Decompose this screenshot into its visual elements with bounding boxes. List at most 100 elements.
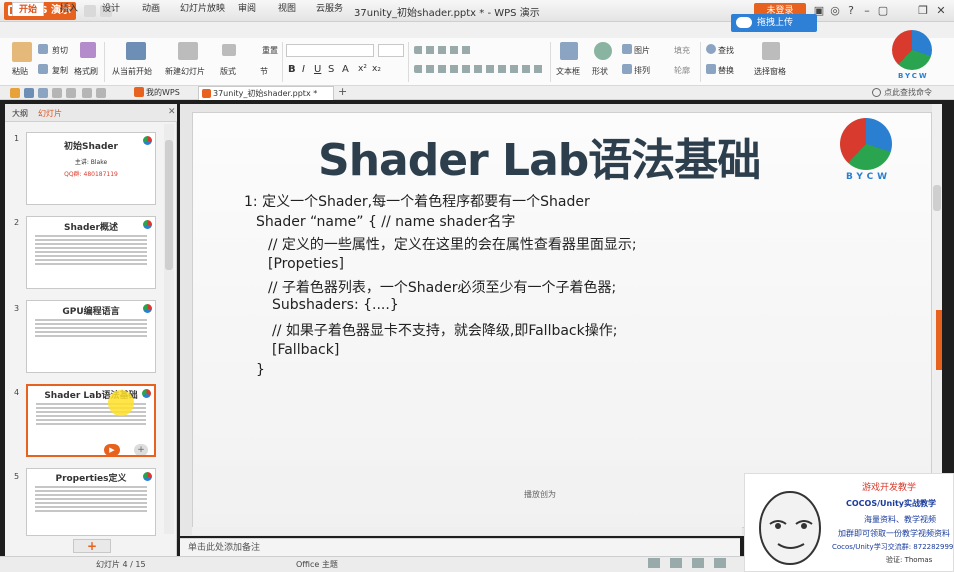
tab-slideshow[interactable]: 幻灯片放映 — [174, 2, 231, 16]
slide-thumbnail-3[interactable]: GPU编程语言 — [26, 300, 156, 373]
font-family-select[interactable] — [286, 44, 374, 57]
replace-button[interactable]: 替换 — [718, 65, 734, 76]
side-panel-toggle[interactable] — [936, 310, 942, 370]
tab-view[interactable]: 视图 — [272, 2, 302, 16]
arrange-button[interactable]: 排列 — [634, 65, 650, 76]
slideshow-icon[interactable] — [714, 558, 726, 568]
new-slide-icon[interactable] — [178, 42, 198, 60]
tab-cloud[interactable]: 云服务 — [310, 2, 349, 16]
subscript-button[interactable]: x₂ — [372, 64, 381, 74]
slide-text-line[interactable]: // 子着色器列表，一个Shader必须至少有一个子着色器; — [268, 277, 616, 297]
sorter-view-icon[interactable] — [670, 558, 682, 568]
help-icon[interactable]: ? — [844, 4, 858, 18]
play-icon[interactable]: ▶ — [104, 444, 120, 455]
tab-slides[interactable]: 幻灯片 — [38, 108, 62, 119]
redo-icon[interactable] — [96, 88, 106, 98]
slide-text-line[interactable]: [Propeties] — [268, 256, 344, 272]
open-file-icon[interactable] — [10, 88, 20, 98]
slide-text-line[interactable]: [Fallback] — [272, 342, 339, 358]
cut-button[interactable]: 剪切 — [52, 45, 68, 56]
format-painter-button[interactable]: 格式刷 — [74, 66, 98, 77]
slide-text-line[interactable]: // 如果子着色器显卡不支持，就会降级,即Fallback操作; — [272, 320, 617, 340]
bold-button[interactable]: B — [288, 64, 296, 75]
slide-text-line[interactable]: Subshaders: {....} — [272, 297, 399, 313]
picture-button[interactable]: 图片 — [634, 45, 650, 56]
command-search[interactable]: 点此查找命令 — [884, 87, 932, 98]
play-from-current-icon[interactable] — [126, 42, 146, 60]
tab-review[interactable]: 审阅 — [232, 2, 262, 16]
restore-button[interactable]: ❐ — [916, 4, 930, 18]
undo-icon[interactable] — [82, 88, 92, 98]
superscript-button[interactable]: x² — [358, 64, 367, 74]
layout-icon[interactable] — [222, 44, 236, 56]
format-painter-icon[interactable] — [80, 42, 96, 58]
tab-insert[interactable]: 插入 — [54, 2, 84, 16]
copy-button[interactable]: 复制 — [52, 65, 68, 76]
minimize-button[interactable]: – — [860, 4, 874, 18]
reading-view-icon[interactable] — [692, 558, 704, 568]
find-icon[interactable] — [706, 44, 716, 54]
slide-thumbnail-2[interactable]: Shader概述 — [26, 216, 156, 289]
notes-input[interactable]: 单击此处添加备注 — [180, 538, 740, 556]
main-scrollbar-thumb[interactable] — [933, 185, 941, 211]
save-icon[interactable] — [84, 5, 96, 17]
maximize-button[interactable]: ▢ — [876, 4, 890, 18]
tab-outline[interactable]: 大纲 — [12, 108, 28, 119]
tab-home[interactable]: 开始 — [12, 2, 45, 16]
shape-button[interactable]: 形状 — [592, 66, 608, 77]
shadow-button[interactable]: S — [328, 64, 334, 75]
paste-button[interactable]: 粘贴 — [12, 66, 28, 77]
new-slide-button[interactable]: 新建幻灯片 — [165, 66, 205, 77]
outline-button[interactable]: 轮廓 — [674, 65, 690, 76]
find-button[interactable]: 查找 — [718, 45, 734, 56]
save-file-icon[interactable] — [24, 88, 34, 98]
cut-icon[interactable] — [38, 44, 48, 54]
panel-scrollbar-thumb[interactable] — [165, 140, 173, 270]
select-pane-button[interactable]: 选择窗格 — [754, 66, 786, 77]
slide-thumbnail-5[interactable]: Properties定义 — [26, 468, 156, 536]
shape-icon[interactable] — [594, 42, 612, 60]
paragraph-list-icon[interactable] — [414, 46, 474, 54]
add-icon[interactable]: + — [134, 444, 148, 455]
font-color-button[interactable]: A — [342, 64, 349, 75]
underline-button[interactable]: U — [314, 64, 321, 75]
export-icon[interactable] — [66, 88, 76, 98]
textbox-icon[interactable] — [560, 42, 578, 60]
slide-title[interactable]: Shader Lab语法基础 — [318, 124, 761, 188]
textbox-button[interactable]: 文本框 — [556, 66, 580, 77]
document-tab[interactable]: 37unity_初始shader.pptx * — [198, 86, 334, 100]
play-from-current-button[interactable]: 从当前开始 — [112, 66, 152, 77]
normal-view-icon[interactable] — [648, 558, 660, 568]
reset-button[interactable]: 重置 — [262, 45, 278, 56]
paragraph-align-icon[interactable] — [414, 65, 544, 73]
slide-text-line[interactable]: Shader “name” { // name shader名字 — [256, 211, 515, 231]
italic-button[interactable]: I — [302, 64, 305, 75]
picture-icon[interactable] — [622, 44, 632, 54]
share-icon[interactable]: ◎ — [828, 4, 842, 18]
fill-button[interactable]: 填充 — [674, 45, 690, 56]
tab-animation[interactable]: 动画 — [136, 2, 166, 16]
replace-icon[interactable] — [706, 64, 716, 74]
copy-icon[interactable] — [38, 64, 48, 74]
slide-text-line[interactable]: } — [256, 362, 265, 378]
slide-text-line[interactable]: // 定义的一些属性，定义在这里的会在属性查看器里面显示; — [268, 234, 637, 254]
slide-thumbnail-1[interactable]: 初始Shader 主讲: Blake QQ群: 480187119 — [26, 132, 156, 205]
add-slide-button[interactable]: + — [73, 539, 111, 553]
print-icon[interactable] — [38, 88, 48, 98]
layout-button[interactable]: 版式 — [220, 66, 236, 77]
my-wps-tab[interactable]: 我的WPS — [146, 87, 180, 98]
user-avatar[interactable] — [892, 30, 932, 70]
section-button[interactable]: 节 — [260, 66, 268, 77]
arrange-icon[interactable] — [622, 64, 632, 74]
slide-text-line[interactable]: 1: 定义一个Shader,每一个着色程序都要有一个Shader — [244, 191, 590, 211]
tab-design[interactable]: 设计 — [96, 2, 126, 16]
font-size-select[interactable] — [378, 44, 404, 57]
horizontal-scrollbar[interactable] — [192, 527, 742, 535]
slide-thumbnail-4[interactable]: Shader Lab语法基础 ▶ + — [26, 384, 156, 457]
new-tab-button[interactable]: + — [338, 85, 347, 98]
close-button[interactable]: ✕ — [934, 4, 948, 18]
select-pane-icon[interactable] — [762, 42, 780, 60]
preview-icon[interactable] — [52, 88, 62, 98]
paste-icon[interactable] — [12, 42, 32, 62]
panel-close-icon[interactable]: ✕ — [168, 107, 176, 117]
